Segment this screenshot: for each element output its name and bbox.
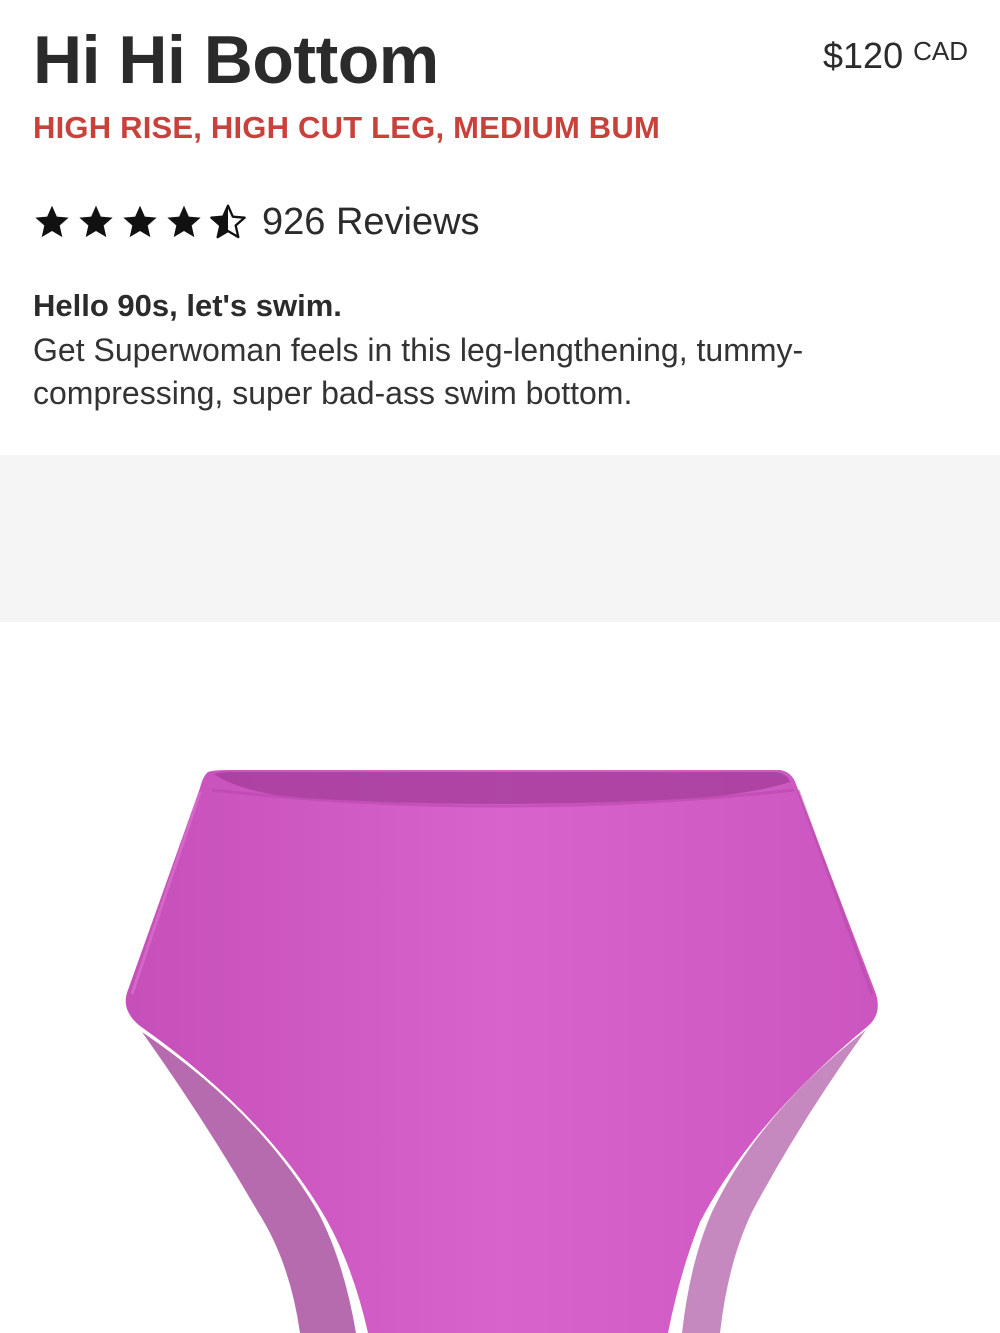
product-price: $120 CAD	[823, 34, 968, 78]
star-full-icon	[123, 205, 157, 238]
price-amount: $120	[823, 35, 904, 76]
star-half-icon	[210, 204, 246, 239]
star-full-icon	[79, 205, 113, 238]
product-description: Get Superwoman feels in this leg-lengthe…	[33, 332, 804, 411]
product-image[interactable]	[0, 622, 1000, 1333]
star-rating[interactable]	[32, 202, 248, 242]
reviews-link[interactable]: 926 Reviews	[262, 198, 480, 246]
star-full-icon	[35, 205, 69, 238]
swim-bottom-product-image	[125, 770, 878, 1333]
rating-row[interactable]: 926 Reviews	[32, 198, 480, 246]
image-gallery-spacer	[0, 455, 1000, 622]
product-tagline: Hello 90s, let's swim.	[33, 288, 342, 323]
price-currency: CAD	[913, 36, 968, 66]
product-subtitle: HIGH RISE, HIGH CUT LEG, MEDIUM BUM	[33, 110, 660, 145]
star-full-icon	[167, 205, 201, 238]
product-title: Hi Hi Bottom	[33, 22, 439, 98]
